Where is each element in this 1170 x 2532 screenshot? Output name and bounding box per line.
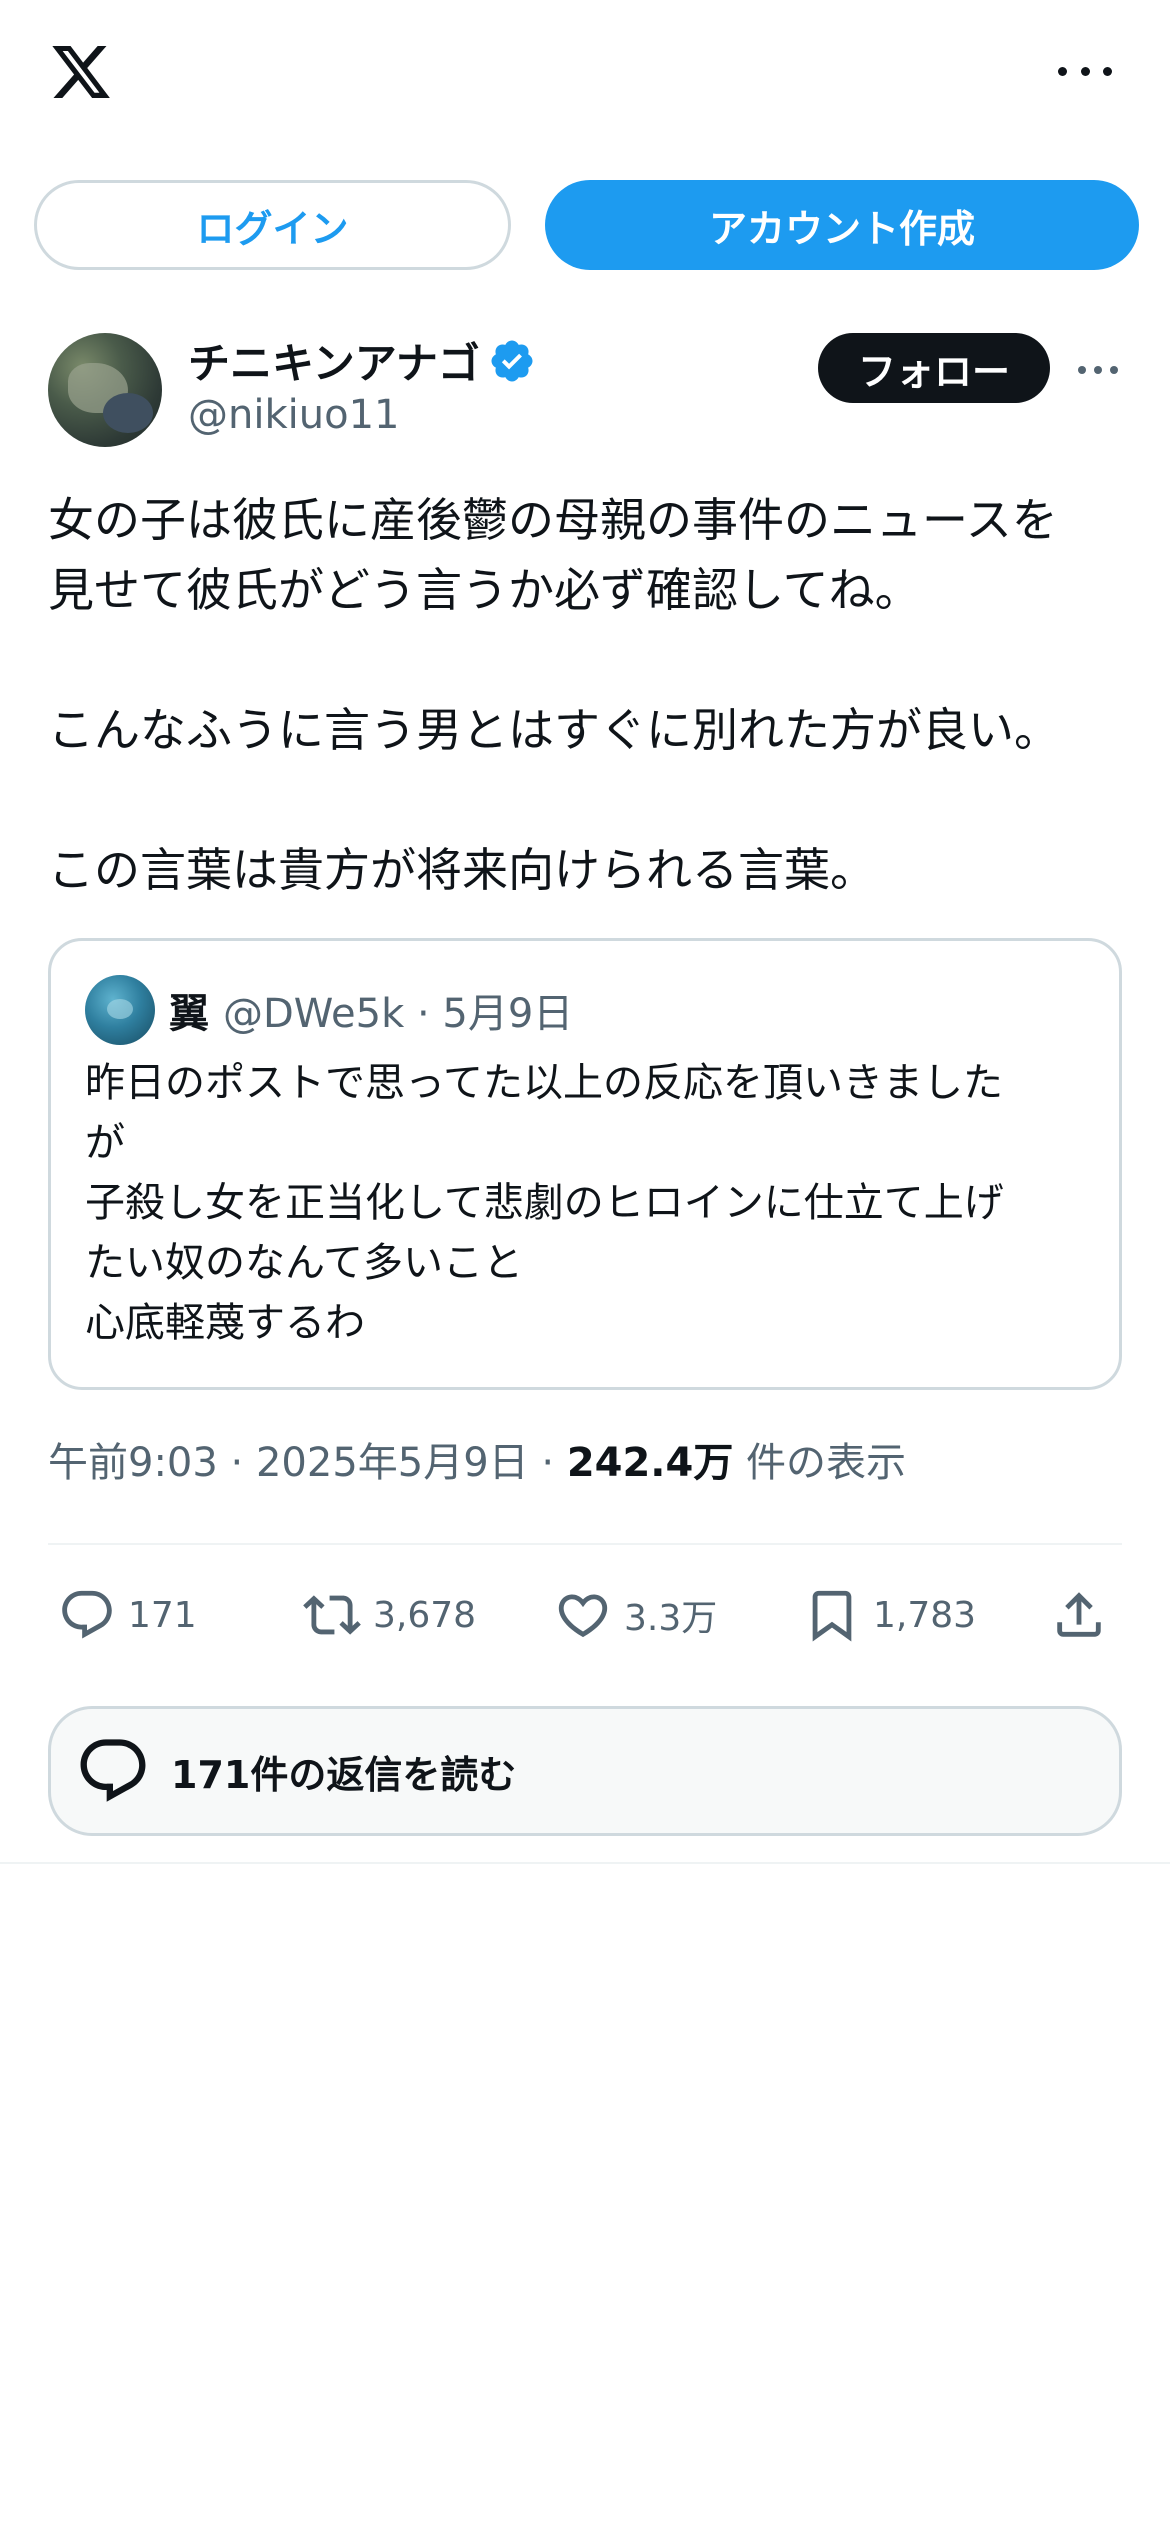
verified-badge-icon	[491, 340, 533, 381]
read-replies-button[interactable]: 171件の返信を読む	[48, 1706, 1122, 1836]
action-bar: 171 3,678 3.3万 1,783	[48, 1570, 1122, 1660]
reply-icon	[62, 1590, 112, 1639]
repost-count: 3,678	[373, 1594, 477, 1636]
read-replies-label: 171件の返信を読む	[171, 1752, 517, 1797]
divider	[48, 1543, 1122, 1545]
bookmark-count: 1,783	[873, 1594, 977, 1636]
author-display-name[interactable]: チニキンアナゴ	[188, 330, 480, 391]
post-timestamp[interactable]: 午前9:03 · 2025年5月9日 ·	[48, 1440, 567, 1486]
view-count: 242.4万	[566, 1440, 734, 1486]
like-count: 3.3万	[624, 1598, 718, 1639]
like-button[interactable]: 3.3万	[554, 1570, 717, 1660]
post-more-icon[interactable]	[1078, 365, 1118, 375]
quoted-post-text: 昨日のポストで思ってた以上の反応を頂いきました が 子殺し女を正当化して悲劇のヒ…	[85, 1060, 1004, 1346]
quoted-author-avatar	[85, 975, 155, 1045]
top-bar	[0, 0, 1170, 150]
quoted-post-header: 翼 @DWe5k · 5月9日	[85, 975, 573, 1045]
follow-button[interactable]: フォロー	[818, 333, 1050, 403]
reply-count: 171	[128, 1594, 197, 1636]
heart-icon	[558, 1594, 608, 1638]
view-count-label: 件の表示	[733, 1440, 907, 1486]
reply-button[interactable]: 171	[58, 1570, 197, 1660]
bookmark-button[interactable]: 1,783	[803, 1570, 976, 1660]
bookmark-icon	[812, 1590, 852, 1642]
post-text: 女の子は彼氏に産後鬱の母親の事件のニュースを 見せて彼氏がどう言うか必ず確認して…	[48, 493, 1060, 897]
author-name-row[interactable]: チニキンアナゴ	[188, 330, 536, 391]
create-account-button[interactable]: アカウント作成	[545, 180, 1139, 270]
quoted-post[interactable]: 翼 @DWe5k · 5月9日 昨日のポストで思ってた以上の反応を頂いきました …	[48, 938, 1122, 1390]
login-button[interactable]: ログイン	[34, 180, 511, 270]
repost-icon	[303, 1595, 361, 1635]
share-icon	[1057, 1592, 1101, 1637]
quoted-author-handle-date: @DWe5k · 5月9日	[223, 991, 574, 1037]
post-author: チニキンアナゴ @nikiuo11 フォロー	[48, 330, 1122, 450]
x-logo-icon[interactable]	[48, 40, 114, 104]
author-avatar[interactable]	[48, 333, 162, 447]
share-button[interactable]	[1050, 1570, 1108, 1660]
reply-bubble-icon	[80, 1739, 146, 1802]
author-handle[interactable]: @nikiuo11	[188, 392, 399, 438]
divider	[0, 1862, 1170, 1864]
repost-button[interactable]: 3,678	[303, 1570, 476, 1660]
post-meta: 午前9:03 · 2025年5月9日 · 242.4万 件の表示	[48, 1430, 906, 1488]
more-horizontal-icon[interactable]	[1058, 56, 1112, 86]
quoted-author-name: 翼	[169, 991, 209, 1037]
